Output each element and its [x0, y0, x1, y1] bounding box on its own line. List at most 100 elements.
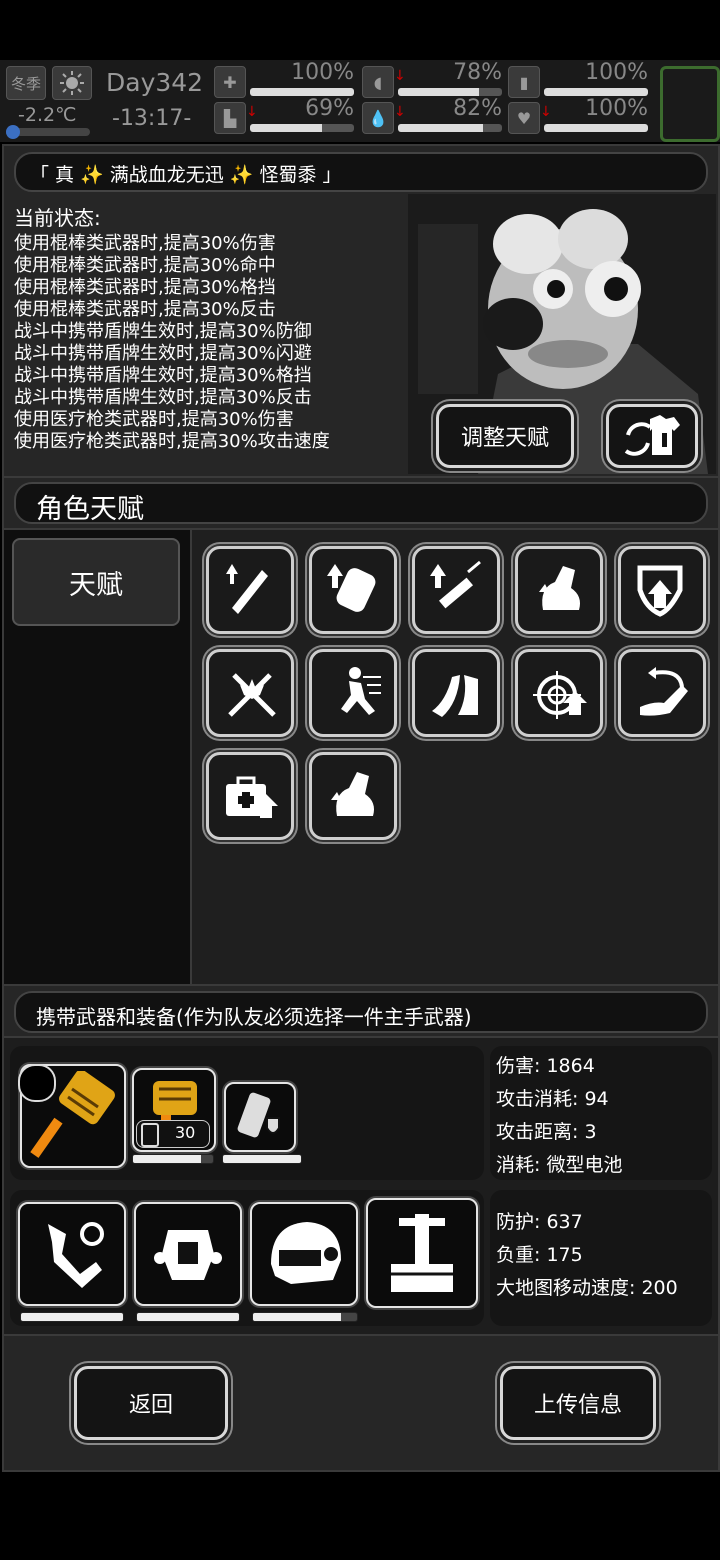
- temperature: -2.2℃: [18, 104, 77, 126]
- shield-up-icon: [327, 564, 376, 612]
- arm-flex-icon: [331, 772, 374, 816]
- stat-value: 100%: [291, 60, 354, 85]
- status-bar: 冬季 -2.2℃ Day342 -13:17- ✚ 100% ◖ ↓ 78% ▮ 100% ▙…: [0, 60, 720, 142]
- equipment-header: 携带武器和装备(作为队友必须选择一件主手武器): [2, 984, 720, 1038]
- status-line: 使用棍棒类武器时,提高30%格挡: [14, 277, 276, 298]
- stat-bar: [250, 88, 354, 96]
- shield-gadget-icon: [237, 1092, 280, 1138]
- offhand-durability-bar: [132, 1154, 214, 1164]
- weapon-stat: 攻击距离: 3: [496, 1121, 597, 1143]
- weapon-slot-main[interactable]: [18, 1064, 126, 1168]
- weapon-slot-offhand[interactable]: 30: [132, 1068, 216, 1152]
- talent-item[interactable]: [309, 649, 397, 737]
- talent-item[interactable]: [206, 649, 294, 737]
- shield-arrow-icon: [637, 565, 683, 617]
- syringe-up-icon: [430, 560, 481, 609]
- weapon-stat: 伤害: 1864: [496, 1055, 595, 1077]
- armor-stat: 防护: 637: [496, 1211, 583, 1233]
- back-button[interactable]: 返回: [74, 1366, 228, 1440]
- boot-icon: ▙: [214, 102, 246, 134]
- exo-legs-icon: [391, 1214, 453, 1292]
- crossed-burst-icon: [228, 673, 276, 717]
- stat-value: 69%: [305, 96, 354, 121]
- tab-talent[interactable]: 天赋: [12, 538, 180, 626]
- sun-icon: [52, 66, 92, 100]
- status-line: 战斗中携带盾牌生效时,提高30%格挡: [14, 365, 312, 386]
- talent-item[interactable]: [206, 546, 294, 634]
- action-bar: 返回 上传信息: [2, 1334, 720, 1472]
- stomach-icon: ◖: [362, 66, 394, 98]
- armor-slot-legs[interactable]: [366, 1198, 478, 1308]
- talent-item[interactable]: [515, 649, 603, 737]
- status-line: 战斗中携带盾牌生效时,提高30%反击: [14, 387, 312, 408]
- heart-icon: ♥: [508, 102, 540, 134]
- talent-item[interactable]: [618, 649, 706, 737]
- equipment-panel: 伤害: 1864 攻击消耗: 94 攻击距离: 3 消耗: 微型电池 30 防护:: [2, 1036, 720, 1336]
- armor-stat: 负重: 175: [496, 1244, 583, 1266]
- battery-small-icon: [141, 1123, 159, 1147]
- character-name: 「 真 ✨ 满战血龙无迅 ✨ 怪蜀黍 」: [30, 164, 342, 186]
- adjust-talent-button[interactable]: 调整天赋: [436, 404, 574, 468]
- status-heading: 当前状态:: [14, 206, 101, 230]
- stat-bar: [398, 88, 502, 96]
- talent-item[interactable]: [412, 649, 500, 737]
- club-up-icon: [226, 564, 268, 614]
- chest-armor-icon: [154, 1230, 222, 1280]
- weapon-stats-box: 伤害: 1864 攻击消耗: 94 攻击距离: 3 消耗: 微型电池: [490, 1046, 712, 1180]
- status-line: 使用棍棒类武器时,提高30%伤害: [14, 233, 276, 254]
- counter-arm-icon: [640, 667, 688, 716]
- talent-section-title: 角色天赋: [36, 494, 144, 525]
- status-line: 使用医疗枪类武器时,提高30%伤害: [14, 409, 294, 430]
- stat-value: 82%: [453, 96, 502, 121]
- day-counter: Day342: [106, 68, 204, 97]
- stat-bar: [250, 124, 354, 132]
- stat-value: 78%: [453, 60, 502, 85]
- equipped-indicator: [18, 1064, 56, 1102]
- talent-item[interactable]: [412, 546, 500, 634]
- talent-tab-list: 天赋: [2, 528, 192, 986]
- equipment-header-pill: 携带武器和装备(作为队友必须选择一件主手武器): [14, 991, 708, 1033]
- armor-stat: 大地图移动速度: 200: [496, 1277, 678, 1299]
- armor-slot-chest[interactable]: [134, 1202, 242, 1306]
- equipment-section-title: 携带武器和装备(作为队友必须选择一件主手武器): [36, 1005, 472, 1029]
- upload-info-button[interactable]: 上传信息: [500, 1366, 656, 1440]
- ammo-badge: 30: [136, 1120, 210, 1148]
- status-line: 使用医疗枪类武器时,提高30%攻击速度: [14, 431, 330, 452]
- talent-item[interactable]: [618, 546, 706, 634]
- talent-header: 角色天赋: [2, 476, 720, 530]
- status-line: 战斗中携带盾牌生效时,提高30%闪避: [14, 343, 312, 364]
- minimap-slot[interactable]: [660, 66, 720, 142]
- status-line: 使用棍棒类武器时,提高30%反击: [14, 299, 276, 320]
- weapon-stat: 攻击消耗: 94: [496, 1088, 609, 1110]
- shirt-swap-icon: [624, 415, 680, 456]
- talent-item[interactable]: [206, 752, 294, 840]
- character-panel: 「 真 ✨ 满战血龙无迅 ✨ 怪蜀黍 」 当前状态: 使用棍棒类武器时,提高30…: [2, 144, 720, 478]
- ammo-count: 30: [175, 1123, 196, 1142]
- robot-arm-icon: [48, 1222, 104, 1288]
- talent-item[interactable]: [515, 546, 603, 634]
- talent-grid: [190, 528, 720, 986]
- weapon-stat: 消耗: 微型电池: [496, 1154, 623, 1176]
- weapon-slot-gadget[interactable]: [224, 1082, 296, 1152]
- medkit-up-icon: [226, 776, 278, 818]
- status-lines: 使用棍棒类武器时,提高30%伤害 使用棍棒类武器时,提高30%命中 使用棍棒类武器时…: [14, 233, 330, 453]
- arm-strength-icon: [539, 566, 580, 610]
- gadget-durability-bar: [222, 1154, 302, 1164]
- armor-slot-arms[interactable]: [18, 1202, 126, 1306]
- status-line: 战斗中携带盾牌生效时,提高30%防御: [14, 321, 312, 342]
- dash-dodge-icon: [341, 667, 381, 715]
- outfit-swap-button[interactable]: [606, 404, 698, 468]
- stat-bar: [544, 124, 648, 132]
- stat-value: 100%: [585, 96, 648, 121]
- talent-item[interactable]: [309, 546, 397, 634]
- clock-time: -13:17-: [112, 106, 192, 131]
- armor-slot-helmet[interactable]: [250, 1202, 358, 1306]
- helmet-icon: [271, 1222, 341, 1284]
- status-block: 当前状态: 使用棍棒类武器时,提高30%伤害 使用棍棒类武器时,提高30%命中 使用…: [14, 202, 330, 453]
- chest-durability-bar: [136, 1312, 240, 1322]
- season-badge: 冬季: [6, 66, 46, 100]
- talent-item[interactable]: [309, 752, 397, 840]
- battery-icon: ▮: [508, 66, 540, 98]
- parry-icon: [432, 675, 478, 717]
- helmet-durability-bar: [252, 1312, 358, 1322]
